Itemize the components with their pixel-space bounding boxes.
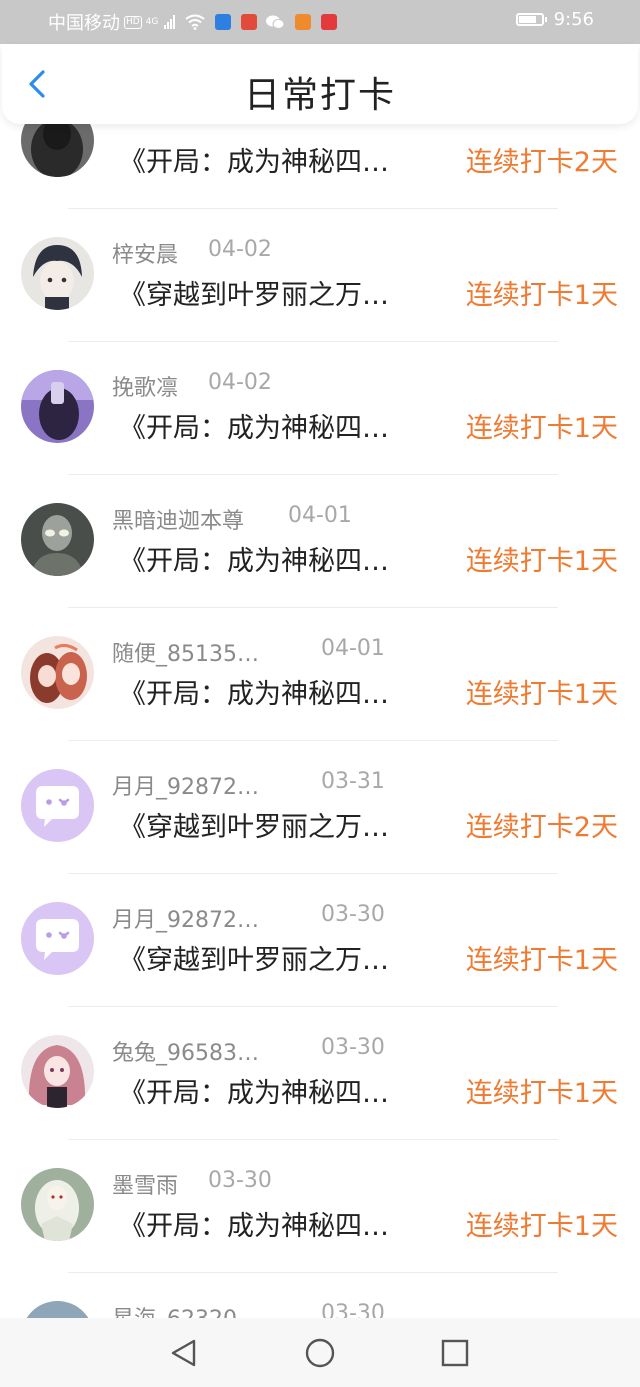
header-bar: 日常打卡 <box>2 44 638 124</box>
user-name[interactable]: 梓安晨 <box>112 237 178 269</box>
checkin-date: 03-30 <box>321 902 385 927</box>
user-name[interactable]: 兔兔_96583… <box>112 1035 259 1067</box>
checkin-row[interactable]: 挽歌凛 04-02 《开局：成为神秘四… 连续打卡1天 <box>0 342 640 475</box>
avatar[interactable] <box>21 636 94 709</box>
nav-back-icon[interactable] <box>166 1336 200 1370</box>
battery-icon <box>515 13 547 26</box>
avatar[interactable] <box>21 503 94 576</box>
checkin-date: 04-02 <box>208 370 272 395</box>
streak-label: 连续打卡1天 <box>465 945 618 976</box>
book-title[interactable]: 《开局：成为神秘四… <box>119 1071 389 1110</box>
streak-label: 连续打卡1天 <box>465 1078 618 1109</box>
system-nav-bar <box>0 1318 640 1387</box>
avatar[interactable] <box>21 370 94 443</box>
heart-app-icon <box>321 14 338 30</box>
clock: 9:56 <box>553 9 594 30</box>
streak-label: 连续打卡2天 <box>465 147 618 178</box>
avatar[interactable] <box>21 1301 94 1318</box>
checkin-date: 03-30 <box>208 1168 272 1193</box>
book-title[interactable]: 《开局：成为神秘四… <box>119 539 389 578</box>
network-type: 4G <box>145 17 159 27</box>
user-name[interactable]: 星海_62320… <box>112 1301 259 1318</box>
book-title[interactable]: 《穿越到叶罗丽之万… <box>119 938 389 977</box>
app-notification-icon <box>215 14 232 30</box>
book-title[interactable]: 《穿越到叶罗丽之万… <box>119 273 389 312</box>
streak-label: 连续打卡1天 <box>465 679 618 710</box>
streak-label: 连续打卡1天 <box>465 546 618 577</box>
checkin-row[interactable]: 梓安晨 04-02 《穿越到叶罗丽之万… 连续打卡1天 <box>0 209 640 342</box>
carrier-label: 中国移动 <box>48 13 120 34</box>
checkin-list[interactable]: 《开局：成为神秘四… 连续打卡2天 梓安晨 04-02 《穿越到叶罗丽之万… 连续打卡1天… <box>0 0 640 1318</box>
status-bar: 中国移动 HD 4G 9:56 <box>0 0 640 44</box>
avatar[interactable] <box>21 237 94 310</box>
nav-recents-icon[interactable] <box>438 1336 472 1370</box>
signal-icon <box>164 15 176 29</box>
book-title[interactable]: 《开局：成为神秘四… <box>119 140 389 179</box>
streak-label: 连续打卡2天 <box>465 812 618 843</box>
avatar[interactable] <box>21 902 94 975</box>
user-name[interactable]: 月月_92872… <box>112 769 259 801</box>
streak-label: 连续打卡1天 <box>465 280 618 311</box>
checkin-row[interactable]: 月月_92872… 03-30 《穿越到叶罗丽之万… 连续打卡1天 <box>0 874 640 1007</box>
book-app-icon <box>241 14 258 30</box>
book-title[interactable]: 《开局：成为神秘四… <box>119 406 389 445</box>
book-title[interactable]: 《穿越到叶罗丽之万… <box>119 805 389 844</box>
checkin-row[interactable]: 兔兔_96583… 03-30 《开局：成为神秘四… 连续打卡1天 <box>0 1007 640 1140</box>
checkin-row[interactable]: 墨雪雨 03-30 《开局：成为神秘四… 连续打卡1天 <box>0 1140 640 1273</box>
checkin-row[interactable]: 随便_85135… 04-01 《开局：成为神秘四… 连续打卡1天 <box>0 608 640 741</box>
avatar[interactable] <box>21 1168 94 1241</box>
streak-label: 连续打卡1天 <box>465 1211 618 1242</box>
checkin-date: 03-30 <box>321 1035 385 1060</box>
checkin-date: 03-31 <box>321 769 385 794</box>
user-name[interactable]: 挽歌凛 <box>112 370 178 402</box>
avatar[interactable] <box>21 769 94 842</box>
nav-home-icon[interactable] <box>303 1336 337 1370</box>
avatar[interactable] <box>21 1035 94 1108</box>
checkin-date: 03-30 <box>321 1301 385 1318</box>
checkin-row[interactable]: 月月_92872… 03-31 《穿越到叶罗丽之万… 连续打卡2天 <box>0 741 640 874</box>
checkin-date: 04-01 <box>321 636 385 661</box>
page-title: 日常打卡 <box>243 75 396 116</box>
checkin-date: 04-01 <box>288 503 352 528</box>
user-name[interactable]: 黑暗迪迦本尊 <box>112 503 244 535</box>
book-title[interactable]: 《开局：成为神秘四… <box>119 1204 389 1243</box>
streak-label: 连续打卡1天 <box>465 413 618 444</box>
wechat-icon <box>266 15 285 29</box>
checkin-date: 04-02 <box>208 237 272 262</box>
wifi-icon <box>185 14 206 30</box>
hd-badge: HD <box>124 15 142 29</box>
user-name[interactable]: 月月_92872… <box>112 902 259 934</box>
checkin-row[interactable]: 黑暗迪迦本尊 04-01 《开局：成为神秘四… 连续打卡1天 <box>0 475 640 608</box>
book-title[interactable]: 《开局：成为神秘四… <box>119 672 389 711</box>
video-app-icon <box>295 14 312 30</box>
user-name[interactable]: 随便_85135… <box>112 636 259 668</box>
checkin-row[interactable]: 星海_62320… 03-30 <box>0 1273 640 1318</box>
user-name[interactable]: 墨雪雨 <box>112 1168 178 1200</box>
